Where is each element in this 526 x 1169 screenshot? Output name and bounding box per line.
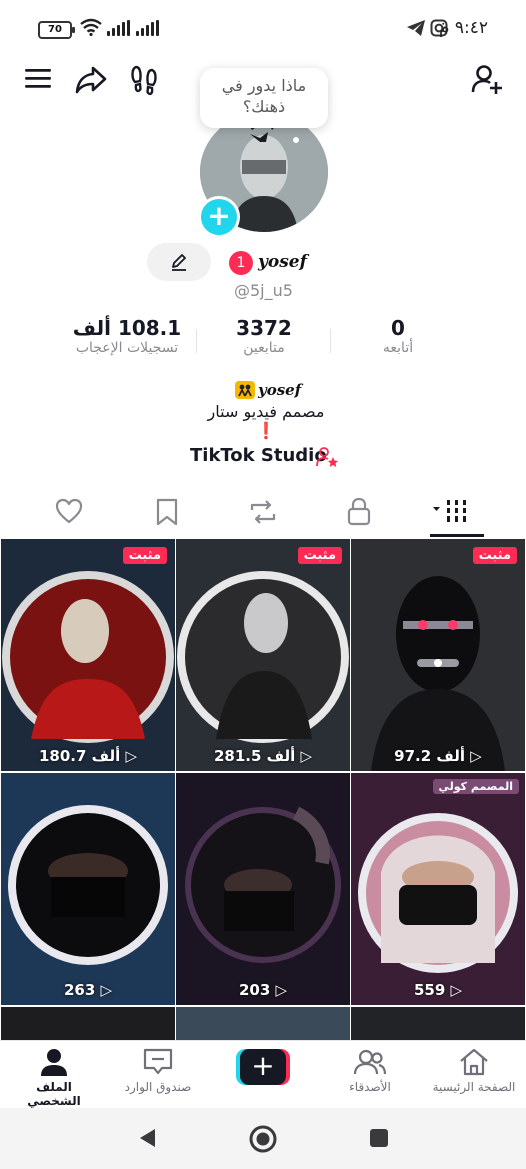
stat-divider — [330, 329, 331, 353]
video-view-count: 97.2 ألف ▷ — [394, 747, 482, 765]
status-bar: 70 ٩:٤٢ م — [0, 0, 526, 52]
following-count: 0 — [391, 316, 405, 340]
video-view-count: 203 ▷ — [238, 981, 288, 999]
nav-inbox-label: صندوق الوارد — [124, 1080, 192, 1094]
pinned-badge: مثبت — [472, 547, 517, 564]
pencil-icon — [172, 254, 186, 271]
stat-likes[interactable]: 108.1 ألف تسجيلات الإعجاب — [66, 316, 188, 356]
signal-icon — [107, 20, 130, 36]
wifi-icon — [80, 18, 102, 36]
home-circle-icon[interactable] — [248, 1124, 278, 1154]
nav-inbox[interactable]: صندوق الوارد — [116, 1047, 200, 1094]
recents-icon[interactable] — [368, 1127, 390, 1149]
videos-tab-grid-icon[interactable] — [430, 498, 474, 526]
pinned-badge: مثبت — [122, 547, 167, 564]
create-button-face: + — [240, 1049, 286, 1085]
menu-icon[interactable] — [22, 62, 56, 96]
inbox-icon — [143, 1048, 173, 1075]
video-view-count: 180.7 ألف ▷ — [38, 747, 138, 765]
username-handle: @5j_u5 — [234, 281, 293, 300]
likes-count: 108.1 ألف — [72, 316, 182, 340]
battery-indicator: 70 — [38, 21, 75, 39]
nav-home-label: الصفحة الرئيسية — [432, 1080, 516, 1094]
studio-user-star-icon — [316, 447, 338, 467]
nav-home[interactable]: الصفحة الرئيسية — [426, 1047, 522, 1094]
system-navigation-bar — [0, 1108, 526, 1169]
saved-tab-bookmark-icon[interactable] — [155, 498, 179, 526]
video-thumbnail[interactable]: مثبت 97.2 ألف ▷ — [351, 539, 525, 771]
video-view-count: 263 ▷ — [63, 981, 113, 999]
nav-friends[interactable]: الأصدقاء — [330, 1047, 410, 1094]
reposts-tab-repost-icon[interactable] — [248, 498, 278, 526]
stat-divider — [196, 329, 197, 353]
bubble-line-1: ماذا يدور في — [221, 76, 307, 95]
tiktok-studio-link[interactable]: TikTok Studio — [190, 445, 327, 466]
nav-profile-label: الملف الشخصي — [27, 1080, 81, 1108]
add-friend-icon[interactable] — [470, 62, 504, 96]
video-view-count: 559 ▷ — [413, 981, 463, 999]
back-icon[interactable] — [136, 1126, 160, 1150]
video-thumbnail[interactable]: 263 ▷ — [1, 773, 175, 1005]
following-label: أتابعه — [382, 340, 414, 356]
pinned-badge: مثبت — [297, 547, 342, 564]
followers-count: 3372 — [236, 316, 292, 340]
video-thumbnail[interactable]: مثبت 180.7 ألف ▷ — [1, 539, 175, 771]
clock: ٩:٤٢ م — [438, 18, 488, 38]
video-thumbnail[interactable]: المصمم كولي 559 ▷ — [351, 773, 525, 1005]
edit-profile-button[interactable] — [147, 243, 211, 281]
channel-sticker: المصمم كولي — [432, 779, 519, 794]
notification-badge[interactable]: 1 — [229, 251, 253, 275]
profile-icon — [41, 1049, 67, 1076]
share-icon[interactable] — [74, 62, 108, 96]
create-button[interactable]: + — [236, 1049, 290, 1085]
bio-text: مصمم فيديو ستار ❗ — [207, 402, 325, 440]
add-story-button[interactable]: + — [198, 196, 240, 238]
liked-tab-heart-icon[interactable] — [55, 498, 83, 524]
likes-label: تسجيلات الإعجاب — [75, 340, 179, 356]
signal-icon-2 — [136, 20, 159, 36]
friends-icon — [353, 1049, 387, 1075]
followers-label: متابعين — [243, 340, 285, 356]
bio-name: yosef — [258, 381, 302, 399]
bubble-line-2: ذهنك؟ — [242, 97, 286, 116]
nav-profile[interactable]: الملف الشخصي — [8, 1047, 100, 1108]
video-thumbnail[interactable]: مثبت 281.5 ألف ▷ — [176, 539, 350, 771]
private-tab-lock-icon[interactable] — [346, 496, 372, 526]
status-bubble[interactable]: ماذا يدور في ذهنك؟ — [200, 68, 328, 128]
telegram-icon — [407, 20, 425, 36]
bottom-navigation: الصفحة الرئيسية الأصدقاء + صندوق الوارد … — [0, 1040, 526, 1109]
content-tabs — [0, 486, 526, 538]
footprints-icon[interactable] — [128, 62, 162, 96]
stat-following[interactable]: 0 أتابعه — [358, 316, 438, 356]
home-icon — [460, 1048, 488, 1076]
nav-friends-label: الأصدقاء — [349, 1080, 391, 1094]
active-tab-indicator — [430, 534, 484, 537]
people-emoji-icon — [235, 381, 255, 399]
video-thumbnail[interactable]: 203 ▷ — [176, 773, 350, 1005]
display-name: yosef — [258, 252, 307, 272]
stat-followers[interactable]: 3372 متابعين — [218, 316, 310, 356]
video-view-count: 281.5 ألف ▷ — [213, 747, 313, 765]
